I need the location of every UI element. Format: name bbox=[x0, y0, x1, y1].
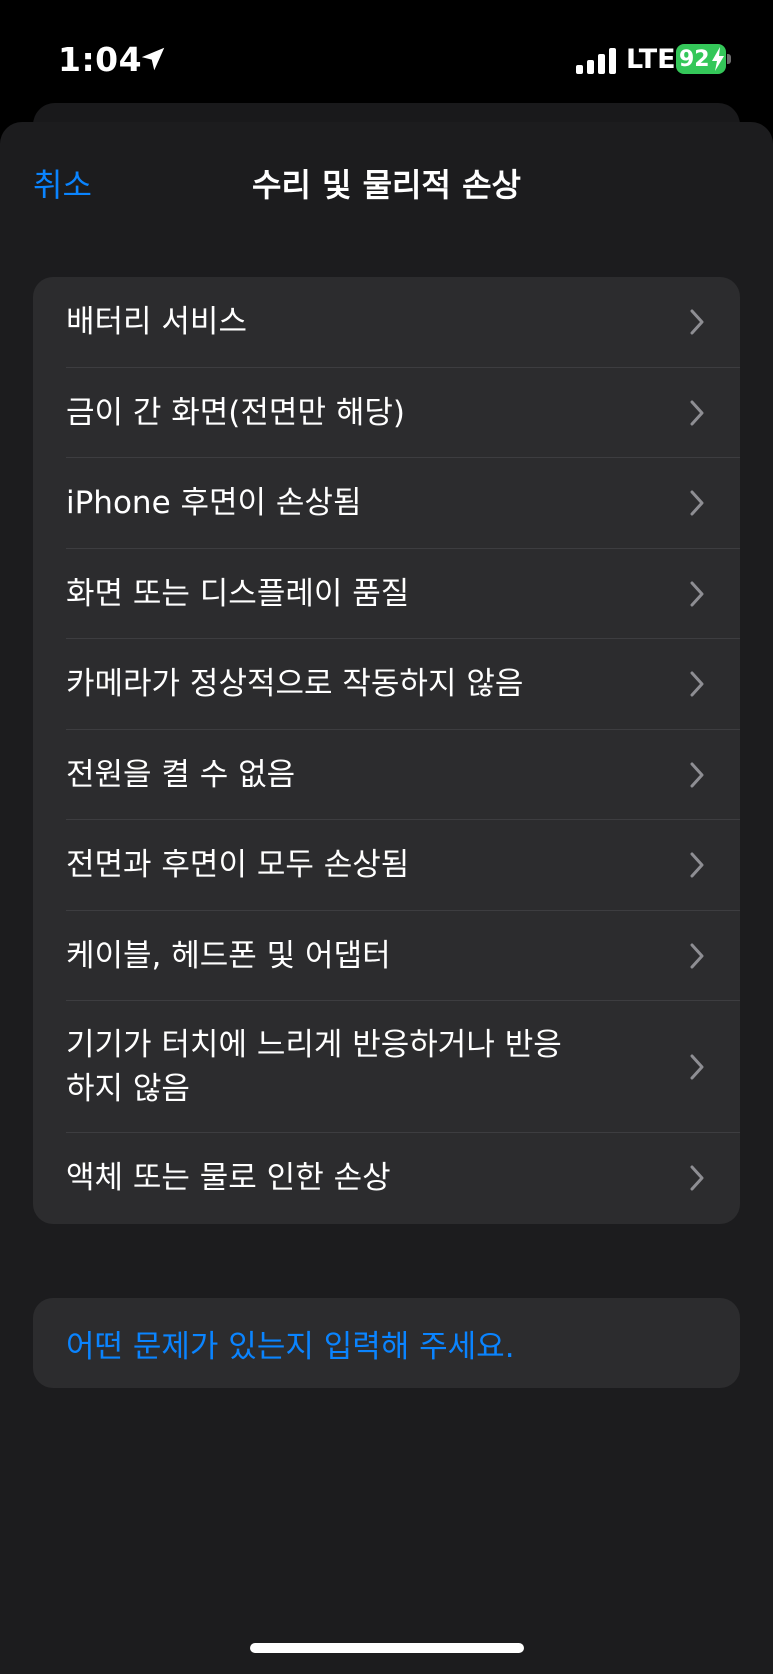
option-back-damaged[interactable]: iPhone 후면이 손상됨 bbox=[33, 458, 740, 549]
option-label: 전면과 후면이 모두 손상됨 bbox=[66, 847, 410, 884]
network-type: LTE bbox=[626, 44, 676, 75]
chevron-right-icon bbox=[690, 581, 704, 607]
option-wont-power-on[interactable]: 전원을 켤 수 없음 bbox=[33, 730, 740, 821]
cellular-signal-icon bbox=[576, 48, 616, 74]
describe-issue-button[interactable]: 어떤 문제가 있는지 입력해 주세요. bbox=[33, 1298, 740, 1388]
option-cracked-screen[interactable]: 금이 간 화면(전면만 해당) bbox=[33, 368, 740, 459]
options-list: 배터리 서비스 금이 간 화면(전면만 해당) iPhone 후면이 손상됨 화… bbox=[33, 277, 740, 1224]
option-label: 액체 또는 물로 인한 손상 bbox=[66, 1160, 391, 1197]
chevron-right-icon bbox=[690, 1054, 704, 1080]
option-label: 기기가 터치에 느리게 반응하거나 반응 하지 않음 bbox=[66, 1027, 562, 1107]
option-label: 배터리 서비스 bbox=[66, 304, 247, 341]
chevron-right-icon bbox=[690, 671, 704, 697]
option-label: 전원을 켤 수 없음 bbox=[66, 756, 296, 793]
option-label: 카메라가 정상적으로 작동하지 않음 bbox=[66, 666, 524, 703]
battery-percent: 92 bbox=[679, 46, 710, 72]
option-battery-service[interactable]: 배터리 서비스 bbox=[33, 277, 740, 368]
battery-icon: 92 bbox=[676, 44, 731, 74]
option-cables-adapters[interactable]: 케이블, 헤드폰 및 어댑터 bbox=[33, 911, 740, 1002]
chevron-right-icon bbox=[690, 852, 704, 878]
battery-cap bbox=[727, 54, 731, 64]
chevron-right-icon bbox=[690, 1165, 704, 1191]
nav-bar: 수리 및 물리적 손상 취소 bbox=[0, 122, 773, 240]
home-indicator[interactable] bbox=[250, 1643, 524, 1653]
chevron-right-icon bbox=[690, 943, 704, 969]
describe-issue-label: 어떤 문제가 있는지 입력해 주세요. bbox=[66, 1328, 515, 1365]
charging-bolt-icon bbox=[712, 47, 724, 71]
repair-sheet: 수리 및 물리적 손상 취소 배터리 서비스 금이 간 화면(전면만 해당) i… bbox=[0, 122, 773, 1674]
chevron-right-icon bbox=[690, 490, 704, 516]
option-display-quality[interactable]: 화면 또는 디스플레이 품질 bbox=[33, 549, 740, 640]
status-bar: 1:04 LTE 92 bbox=[0, 0, 773, 110]
screen: 1:04 LTE 92 수리 및 물리적 손상 취소 배터리 서비스 금이 간 … bbox=[0, 0, 773, 1674]
option-label: iPhone 후면이 손상됨 bbox=[66, 485, 362, 522]
chevron-right-icon bbox=[690, 309, 704, 335]
option-touch-unresponsive[interactable]: 기기가 터치에 느리게 반응하거나 반응 하지 않음 bbox=[33, 1001, 740, 1133]
chevron-right-icon bbox=[690, 400, 704, 426]
status-time: 1:04 bbox=[58, 40, 143, 79]
location-arrow-icon bbox=[141, 47, 165, 71]
option-label: 금이 간 화면(전면만 해당) bbox=[66, 394, 405, 431]
option-camera-issue[interactable]: 카메라가 정상적으로 작동하지 않음 bbox=[33, 639, 740, 730]
option-label: 화면 또는 디스플레이 품질 bbox=[66, 575, 410, 612]
chevron-right-icon bbox=[690, 762, 704, 788]
cancel-button[interactable]: 취소 bbox=[33, 160, 92, 206]
option-front-back-damaged[interactable]: 전면과 후면이 모두 손상됨 bbox=[33, 820, 740, 911]
option-label: 케이블, 헤드폰 및 어댑터 bbox=[66, 937, 391, 974]
option-liquid-damage[interactable]: 액체 또는 물로 인한 손상 bbox=[33, 1133, 740, 1224]
page-title: 수리 및 물리적 손상 bbox=[252, 166, 521, 204]
